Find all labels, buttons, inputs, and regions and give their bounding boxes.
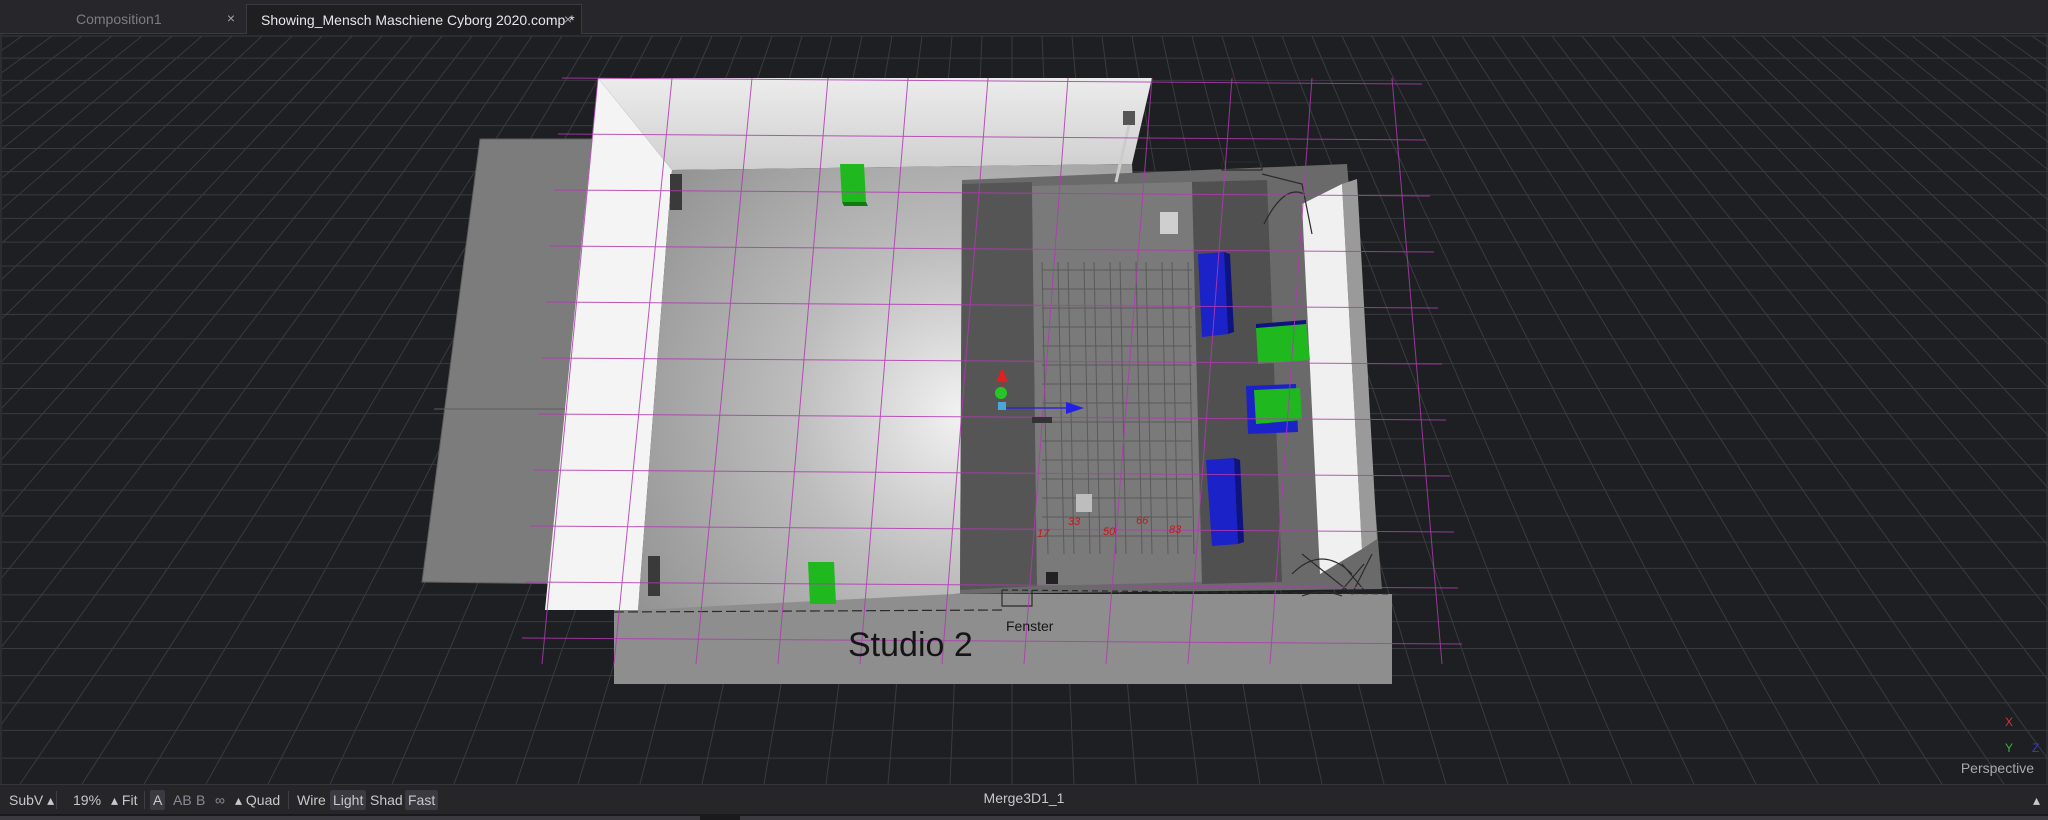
status-bar <box>0 814 2048 820</box>
scene-viewport[interactable]: Studio 2 Fenster 17 33 50 66 83 X Y Z <box>2 34 2048 784</box>
studio-label: Studio 2 <box>848 626 973 664</box>
divider <box>144 791 145 809</box>
stereo-glasses-icon[interactable]: ∞ <box>212 790 228 810</box>
tab-bar: Composition1 × Showing_Mensch Maschiene … <box>0 0 2048 34</box>
shad-button[interactable]: Shad <box>367 790 406 810</box>
tab-composition1[interactable]: Composition1 × <box>62 4 244 34</box>
tab-label: Showing_Mensch Maschiene Cyborg 2020.com… <box>261 11 575 28</box>
fit-label: Fit <box>121 792 138 808</box>
tab-label: Composition1 <box>76 11 162 27</box>
close-icon[interactable]: × <box>561 12 575 26</box>
axis-z-label: Z <box>2032 741 2039 755</box>
blue-box-top <box>1198 252 1228 337</box>
channel-a-button[interactable]: A <box>150 790 166 810</box>
zoom-dropdown[interactable]: 19% <box>70 790 104 810</box>
status-segment <box>740 816 1680 820</box>
close-icon[interactable]: × <box>224 11 238 25</box>
green-box-2 <box>808 562 836 604</box>
seat-number: 66 <box>1136 515 1149 527</box>
view-mode-label[interactable]: Perspective <box>1961 760 2034 776</box>
fast-button[interactable]: Fast <box>405 790 439 810</box>
subview-dropdown[interactable]: SubV ▴ <box>6 790 57 810</box>
seat-number: 50 <box>1103 526 1116 538</box>
axis-y-label: Y <box>2005 741 2013 755</box>
wire-button[interactable]: Wire <box>294 790 329 810</box>
status-segment <box>0 816 700 820</box>
seat-number: 33 <box>1068 516 1081 528</box>
toolbar-menu-icon[interactable]: ▴ <box>2030 790 2043 810</box>
light-button[interactable]: Light <box>330 790 367 810</box>
channel-b-button[interactable]: B <box>193 790 208 810</box>
door-left-top <box>670 174 682 210</box>
door-left-bottom <box>648 556 660 596</box>
subv-label: SubV <box>9 792 44 808</box>
axis-x-handle <box>995 387 1007 399</box>
window-label: Fenster <box>1006 618 1054 634</box>
seat-number: 17 <box>1037 528 1050 540</box>
viewer-3d[interactable]: Studio 2 Fenster 17 33 50 66 83 X Y Z Pe… <box>0 34 2048 784</box>
fit-button[interactable]: ▴ Fit <box>108 790 140 810</box>
seat-number: 83 <box>1169 524 1182 536</box>
divider <box>288 791 289 809</box>
green-box-3 <box>1256 324 1310 364</box>
tab-showing-comp[interactable]: Showing_Mensch Maschiene Cyborg 2020.com… <box>246 4 582 34</box>
quad-button[interactable]: ▴ Quad <box>232 790 283 810</box>
channel-ab-button[interactable]: AB <box>170 790 195 810</box>
axis-x-label: X <box>2005 715 2013 729</box>
spotlight-stand <box>1123 111 1135 125</box>
viewer-toolbar: SubV ▴ 19% ▴ Fit A AB B ∞ ▴ Quad Wire Li… <box>0 784 2048 814</box>
status-segment <box>1680 816 2048 820</box>
green-box-1 <box>840 164 866 202</box>
divider <box>56 791 57 809</box>
quad-label: Quad <box>245 792 281 808</box>
top-wall <box>598 78 1152 170</box>
